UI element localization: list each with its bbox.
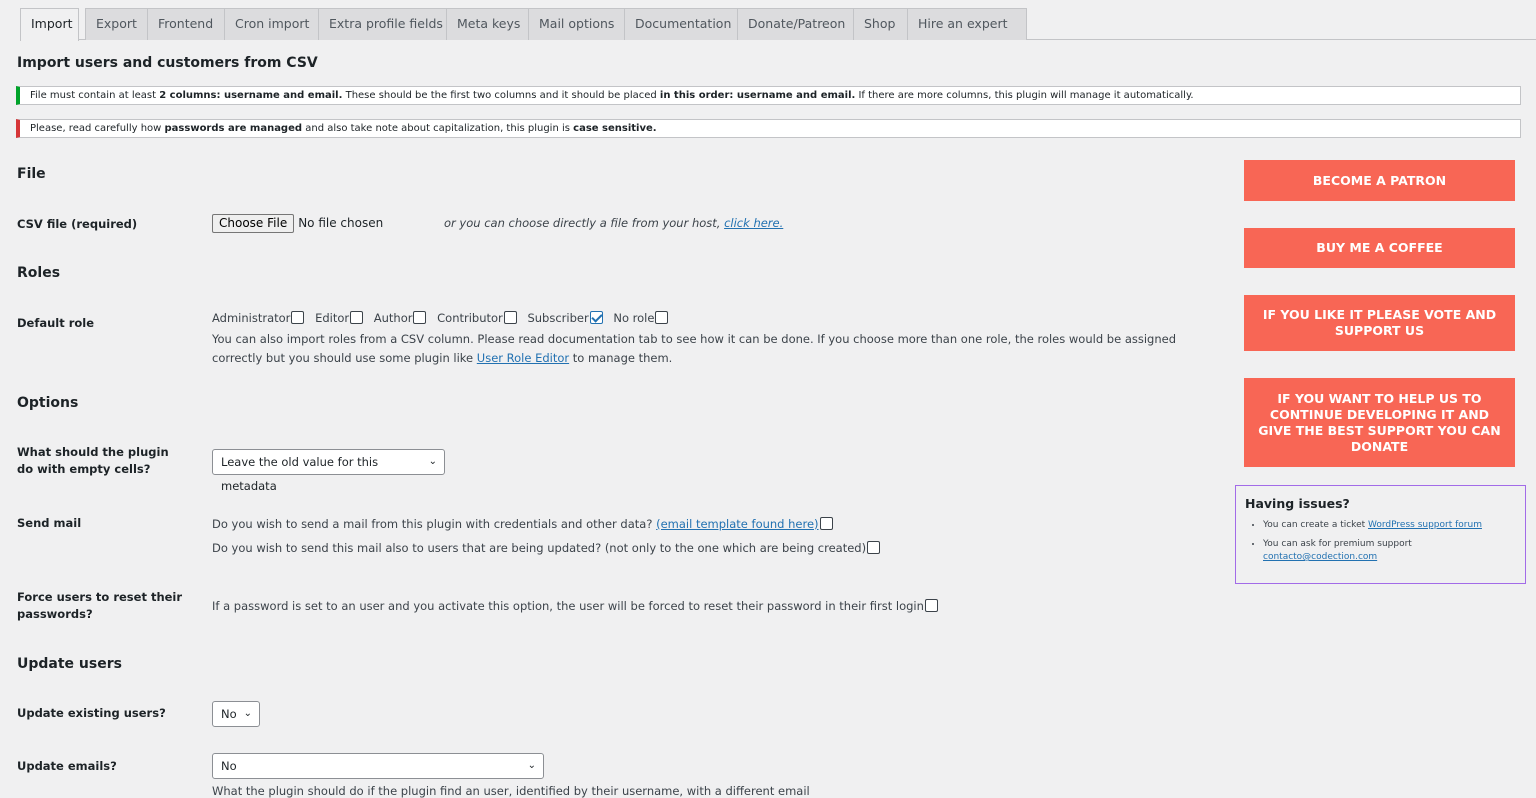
force-reset-text: If a password is set to an user and you … bbox=[212, 599, 924, 613]
tab-donate-patreon[interactable]: Donate/Patreon bbox=[737, 8, 867, 40]
role-administrator[interactable]: Administrator bbox=[212, 311, 309, 325]
role-contributor[interactable]: Contributor bbox=[437, 311, 522, 325]
notice-bold: 2 columns: username and email. bbox=[159, 90, 343, 101]
notice-columns: File must contain at least 2 columns: us… bbox=[16, 86, 1521, 105]
send-mail-label: Send mail bbox=[17, 516, 82, 530]
role-checkboxes: Administrator Editor Author Contributor … bbox=[212, 309, 675, 328]
role-checkbox[interactable] bbox=[413, 311, 427, 324]
chevron-down-icon: ⌄ bbox=[243, 708, 252, 719]
role-label: Administrator bbox=[212, 311, 291, 325]
having-issues-title: Having issues? bbox=[1245, 496, 1350, 511]
role-label: Contributor bbox=[437, 311, 503, 325]
tab-documentation[interactable]: Documentation bbox=[624, 8, 751, 40]
role-checkbox-checked[interactable] bbox=[589, 311, 603, 324]
notice-text: File must contain at least bbox=[30, 90, 160, 101]
roles-help-text: correctly but you should use some plugin… bbox=[212, 351, 477, 365]
roles-help-line-1: You can also import roles from a CSV col… bbox=[212, 332, 1177, 346]
csv-file-input: Choose File No file chosen bbox=[212, 214, 383, 233]
click-here-link[interactable]: click here. bbox=[724, 216, 783, 230]
page-title: Import users and customers from CSV bbox=[17, 55, 318, 71]
role-editor[interactable]: Editor bbox=[315, 311, 368, 325]
buy-coffee-button[interactable]: BUY ME A COFFEE bbox=[1244, 228, 1515, 268]
role-label: No role bbox=[613, 311, 655, 325]
force-reset-label: Force users to reset their passwords? bbox=[17, 590, 183, 621]
tab-mail-options[interactable]: Mail options bbox=[528, 8, 639, 40]
role-label: Editor bbox=[315, 311, 350, 325]
select-value: No bbox=[221, 707, 237, 721]
default-role-label: Default role bbox=[17, 316, 95, 330]
support-email-link[interactable]: contacto@codection.com bbox=[1263, 552, 1377, 562]
notice-text: Please, read carefully how bbox=[30, 123, 165, 134]
roles-help-line-2: correctly but you should use some plugin… bbox=[212, 349, 1176, 368]
send-mail-checkbox[interactable] bbox=[819, 517, 833, 530]
update-emails-note: What the plugin should do if the plugin … bbox=[212, 784, 810, 798]
having-issues-box: Having issues? You can create a ticket W… bbox=[1235, 485, 1526, 584]
csv-file-label: CSV file (required) bbox=[17, 217, 138, 231]
choose-file-button[interactable]: Choose File bbox=[212, 214, 295, 233]
section-title-file: File bbox=[17, 166, 46, 182]
update-existing-select[interactable]: No ⌄ bbox=[212, 701, 260, 727]
notice-text: and also take note about capitalization,… bbox=[302, 123, 574, 134]
force-reset-option: If a password is set to an user and you … bbox=[212, 597, 943, 616]
notice-bold: case sensitive. bbox=[573, 123, 657, 134]
issue-text: You can create a ticket bbox=[1263, 520, 1369, 530]
role-label: Subscriber bbox=[527, 311, 589, 325]
list-item: You can ask for premium support contacto@… bbox=[1263, 538, 1516, 564]
notice-passwords: Please, read carefully how passwords are… bbox=[16, 119, 1521, 138]
send-mail-option-2: Do you wish to send this mail also to us… bbox=[212, 539, 885, 558]
host-file-note: or you can choose directly a file from y… bbox=[444, 215, 783, 232]
tab-import[interactable]: Import bbox=[20, 8, 79, 41]
send-mail-question-2: Do you wish to send this mail also to us… bbox=[212, 541, 867, 555]
empty-cells-select[interactable]: Leave the old value for this metadata ⌄ bbox=[212, 449, 445, 493]
tab-cron-import[interactable]: Cron import bbox=[224, 8, 333, 40]
role-checkbox[interactable] bbox=[291, 311, 305, 324]
role-checkbox[interactable] bbox=[503, 311, 517, 324]
nav-tab-wrapper: Import Export Frontend Cron import Extra… bbox=[20, 8, 1536, 41]
email-template-link[interactable]: (email template found here) bbox=[656, 517, 818, 531]
tab-hire-an-expert[interactable]: Hire an expert bbox=[907, 8, 1027, 40]
role-author[interactable]: Author bbox=[374, 311, 432, 325]
section-title-update-users: Update users bbox=[17, 656, 122, 672]
send-mail-option-1: Do you wish to send a mail from this plu… bbox=[212, 515, 838, 534]
send-mail-updated-checkbox[interactable] bbox=[867, 541, 881, 554]
update-emails-label: Update emails? bbox=[17, 759, 117, 773]
no-file-chosen-text: No file chosen bbox=[298, 216, 384, 230]
select-value: Leave the old value for this metadata bbox=[221, 455, 379, 493]
roles-help: You can also import roles from a CSV col… bbox=[212, 330, 1176, 368]
notice-bold: in this order: username and email. bbox=[659, 90, 856, 101]
role-label: Author bbox=[373, 311, 413, 325]
role-no-role[interactable]: No role bbox=[613, 311, 673, 325]
chevron-down-icon: ⌄ bbox=[527, 760, 536, 771]
role-subscriber[interactable]: Subscriber bbox=[527, 311, 607, 325]
support-forum-link[interactable]: WordPress support forum bbox=[1368, 520, 1482, 530]
user-role-editor-link[interactable]: User Role Editor bbox=[477, 351, 569, 365]
role-checkbox[interactable] bbox=[350, 311, 364, 324]
empty-cells-label: What should the plugin do with empty cel… bbox=[17, 445, 169, 476]
vote-support-button[interactable]: IF YOU LIKE IT PLEASE VOTE AND SUPPORT U… bbox=[1244, 295, 1515, 351]
tab-extra-profile-fields[interactable]: Extra profile fields bbox=[318, 8, 460, 40]
notice-text: If there are more columns, this plugin w… bbox=[855, 90, 1194, 101]
section-title-options: Options bbox=[17, 395, 79, 411]
issues-list: You can create a ticket WordPress suppor… bbox=[1245, 519, 1516, 564]
become-patron-button[interactable]: BECOME A PATRON bbox=[1244, 160, 1515, 201]
send-mail-question-1: Do you wish to send a mail from this plu… bbox=[212, 517, 657, 531]
roles-help-text: to manage them. bbox=[569, 351, 673, 365]
chevron-down-icon: ⌄ bbox=[428, 456, 437, 467]
update-existing-label: Update existing users? bbox=[17, 706, 166, 720]
notice-text: These should be the first two columns an… bbox=[342, 90, 660, 101]
list-item: You can create a ticket WordPress suppor… bbox=[1263, 519, 1516, 532]
select-value: No bbox=[221, 759, 237, 773]
section-title-roles: Roles bbox=[17, 265, 61, 281]
force-reset-checkbox[interactable] bbox=[924, 599, 938, 612]
update-emails-select[interactable]: No ⌄ bbox=[212, 753, 544, 779]
donate-button[interactable]: IF YOU WANT TO HELP US TO CONTINUE DEVEL… bbox=[1244, 378, 1515, 467]
host-note-text: or you can choose directly a file from y… bbox=[444, 216, 725, 230]
role-checkbox[interactable] bbox=[655, 311, 669, 324]
notice-bold: passwords are managed bbox=[164, 123, 303, 134]
issue-text: You can ask for premium support bbox=[1263, 539, 1412, 549]
